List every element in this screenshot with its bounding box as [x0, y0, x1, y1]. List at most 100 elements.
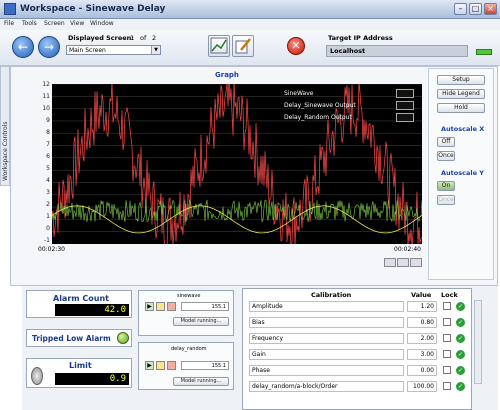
- pause-button[interactable]: [156, 361, 165, 370]
- lock-checkbox[interactable]: [443, 334, 451, 342]
- edit-tool-button[interactable]: [232, 35, 254, 57]
- target-ip-field[interactable]: Localhost: [326, 45, 468, 57]
- lock-checkbox[interactable]: [443, 382, 451, 390]
- model-status-button[interactable]: Model running...: [173, 377, 229, 386]
- limit-knob[interactable]: [31, 367, 43, 385]
- param-value-input[interactable]: 3.00: [407, 349, 437, 360]
- chart-icon: [210, 37, 228, 54]
- y-tick-label: -1: [44, 237, 50, 244]
- menu-file[interactable]: File: [4, 20, 14, 27]
- run-button[interactable]: ▶: [145, 302, 154, 311]
- lock-checkbox[interactable]: [443, 302, 451, 310]
- delay-random-series: [51, 199, 423, 223]
- param-name: Phase: [249, 365, 404, 376]
- workspace-controls-tab[interactable]: Workspace Controls: [0, 66, 10, 186]
- param-value-input[interactable]: 0.00: [407, 365, 437, 376]
- stop-model-button[interactable]: [167, 302, 176, 311]
- calibration-row: Frequency 2.00 ✓: [247, 333, 469, 344]
- check-icon[interactable]: ✓: [456, 350, 465, 359]
- lock-checkbox[interactable]: [443, 350, 451, 358]
- y-tick-label: 11: [42, 93, 50, 100]
- menu-bar: File Tools Screen View Window: [0, 19, 500, 30]
- pause-button[interactable]: [156, 302, 165, 311]
- forward-button[interactable]: →: [38, 36, 60, 58]
- autoscale-y-toggle[interactable]: On: [437, 181, 455, 191]
- check-icon[interactable]: ✓: [456, 334, 465, 343]
- calibration-row: Phase 0.00 ✓: [247, 365, 469, 376]
- minimize-button[interactable]: –: [454, 3, 467, 15]
- run-button[interactable]: ▶: [145, 361, 154, 370]
- param-name: Gain: [249, 349, 404, 360]
- limit-box: Limit 0.9: [26, 358, 132, 388]
- screen-index: 1: [130, 34, 135, 42]
- y-tick-label: 9: [46, 117, 50, 124]
- check-icon[interactable]: ✓: [456, 318, 465, 327]
- calibration-scrollbar[interactable]: [474, 300, 482, 384]
- menu-screen[interactable]: Screen: [44, 20, 65, 27]
- limit-display: 0.9: [55, 373, 129, 385]
- close-window-button[interactable]: ×: [484, 3, 497, 15]
- stop-button[interactable]: ✕: [287, 37, 305, 55]
- autoscale-y-once-button[interactable]: Once: [437, 195, 455, 205]
- connection-status-indicator: [476, 49, 492, 55]
- graph-title: Graph: [215, 71, 239, 79]
- y-tick-label: 3: [46, 189, 50, 196]
- model-status-button[interactable]: Model running...: [173, 317, 229, 326]
- of-label: of: [140, 34, 147, 42]
- alarm-count-display: 42.0: [55, 304, 129, 316]
- title-bar: Workspace - Sinewave Delay – □ ×: [0, 0, 500, 19]
- legend-swatch-delay-sinewave[interactable]: [396, 101, 414, 110]
- pan-tool-button[interactable]: [397, 258, 409, 267]
- cursor-tool-button[interactable]: [410, 258, 422, 267]
- param-value-input[interactable]: 0.80: [407, 317, 437, 328]
- legend-swatch-delay-random[interactable]: [396, 113, 414, 122]
- param-name: Bias: [249, 317, 404, 328]
- x-axis-start: 00:02:30: [38, 246, 65, 253]
- calibration-row: Gain 3.00 ✓: [247, 349, 469, 360]
- model-name: delay_random: [171, 346, 207, 352]
- param-value-input[interactable]: 100.00: [407, 381, 437, 392]
- workspace-controls-label: Workspace Controls: [2, 121, 9, 181]
- y-tick-label: 1: [46, 213, 50, 220]
- legend: SineWave Delay_Sinewave Output Delay_Ran…: [284, 88, 418, 128]
- plot-area[interactable]: SineWave Delay_Sinewave Output Delay_Ran…: [51, 78, 423, 249]
- tripped-alarm-led: [117, 332, 129, 344]
- screen-select-value: Main Screen: [69, 47, 106, 54]
- lock-checkbox[interactable]: [443, 366, 451, 374]
- y-tick-label: 12: [42, 81, 50, 88]
- param-value-input[interactable]: 2.00: [407, 333, 437, 344]
- param-value-input[interactable]: 1.20: [407, 301, 437, 312]
- chart-tool-button[interactable]: [208, 35, 230, 57]
- alarm-count-box: Alarm Count 42.0: [26, 290, 132, 318]
- menu-window[interactable]: Window: [90, 20, 114, 27]
- autoscale-y-label: Autoscale Y: [441, 169, 484, 177]
- lock-checkbox[interactable]: [443, 318, 451, 326]
- menu-view[interactable]: View: [70, 20, 84, 27]
- screen-select[interactable]: Main Screen ▼: [66, 45, 161, 55]
- autoscale-x-toggle[interactable]: Off: [437, 137, 455, 147]
- play-icon: ▶: [147, 303, 152, 310]
- autoscale-x-once-button[interactable]: Once: [437, 151, 455, 161]
- hold-button[interactable]: Hold: [437, 103, 485, 113]
- hide-legend-button[interactable]: Hide Legend: [437, 89, 485, 99]
- maximize-button[interactable]: □: [469, 3, 482, 15]
- check-icon[interactable]: ✓: [456, 366, 465, 375]
- legend-swatch-sinewave[interactable]: [396, 89, 414, 98]
- y-tick-label: 10: [42, 105, 50, 112]
- check-icon[interactable]: ✓: [456, 302, 465, 311]
- back-button[interactable]: ←: [12, 36, 34, 58]
- param-name: Amplitude: [249, 301, 404, 312]
- check-icon[interactable]: ✓: [456, 382, 465, 391]
- legend-item-delay-sinewave: Delay_Sinewave Output: [284, 102, 356, 109]
- model-panel-sinewave: sinewave ▶ 155.1 Model running...: [138, 290, 234, 336]
- limit-label: Limit: [69, 361, 92, 370]
- zoom-tool-button[interactable]: [384, 258, 396, 267]
- menu-tools[interactable]: Tools: [22, 20, 37, 27]
- window-title: Workspace - Sinewave Delay: [20, 4, 166, 14]
- calibration-header: Calibration: [311, 291, 352, 299]
- param-name: delay_random/a-block/Order: [249, 381, 404, 392]
- setup-button[interactable]: Setup: [437, 75, 485, 85]
- tripped-low-alarm-label: Tripped Low Alarm: [32, 334, 111, 343]
- stop-model-button[interactable]: [167, 361, 176, 370]
- pencil-icon: [235, 38, 251, 54]
